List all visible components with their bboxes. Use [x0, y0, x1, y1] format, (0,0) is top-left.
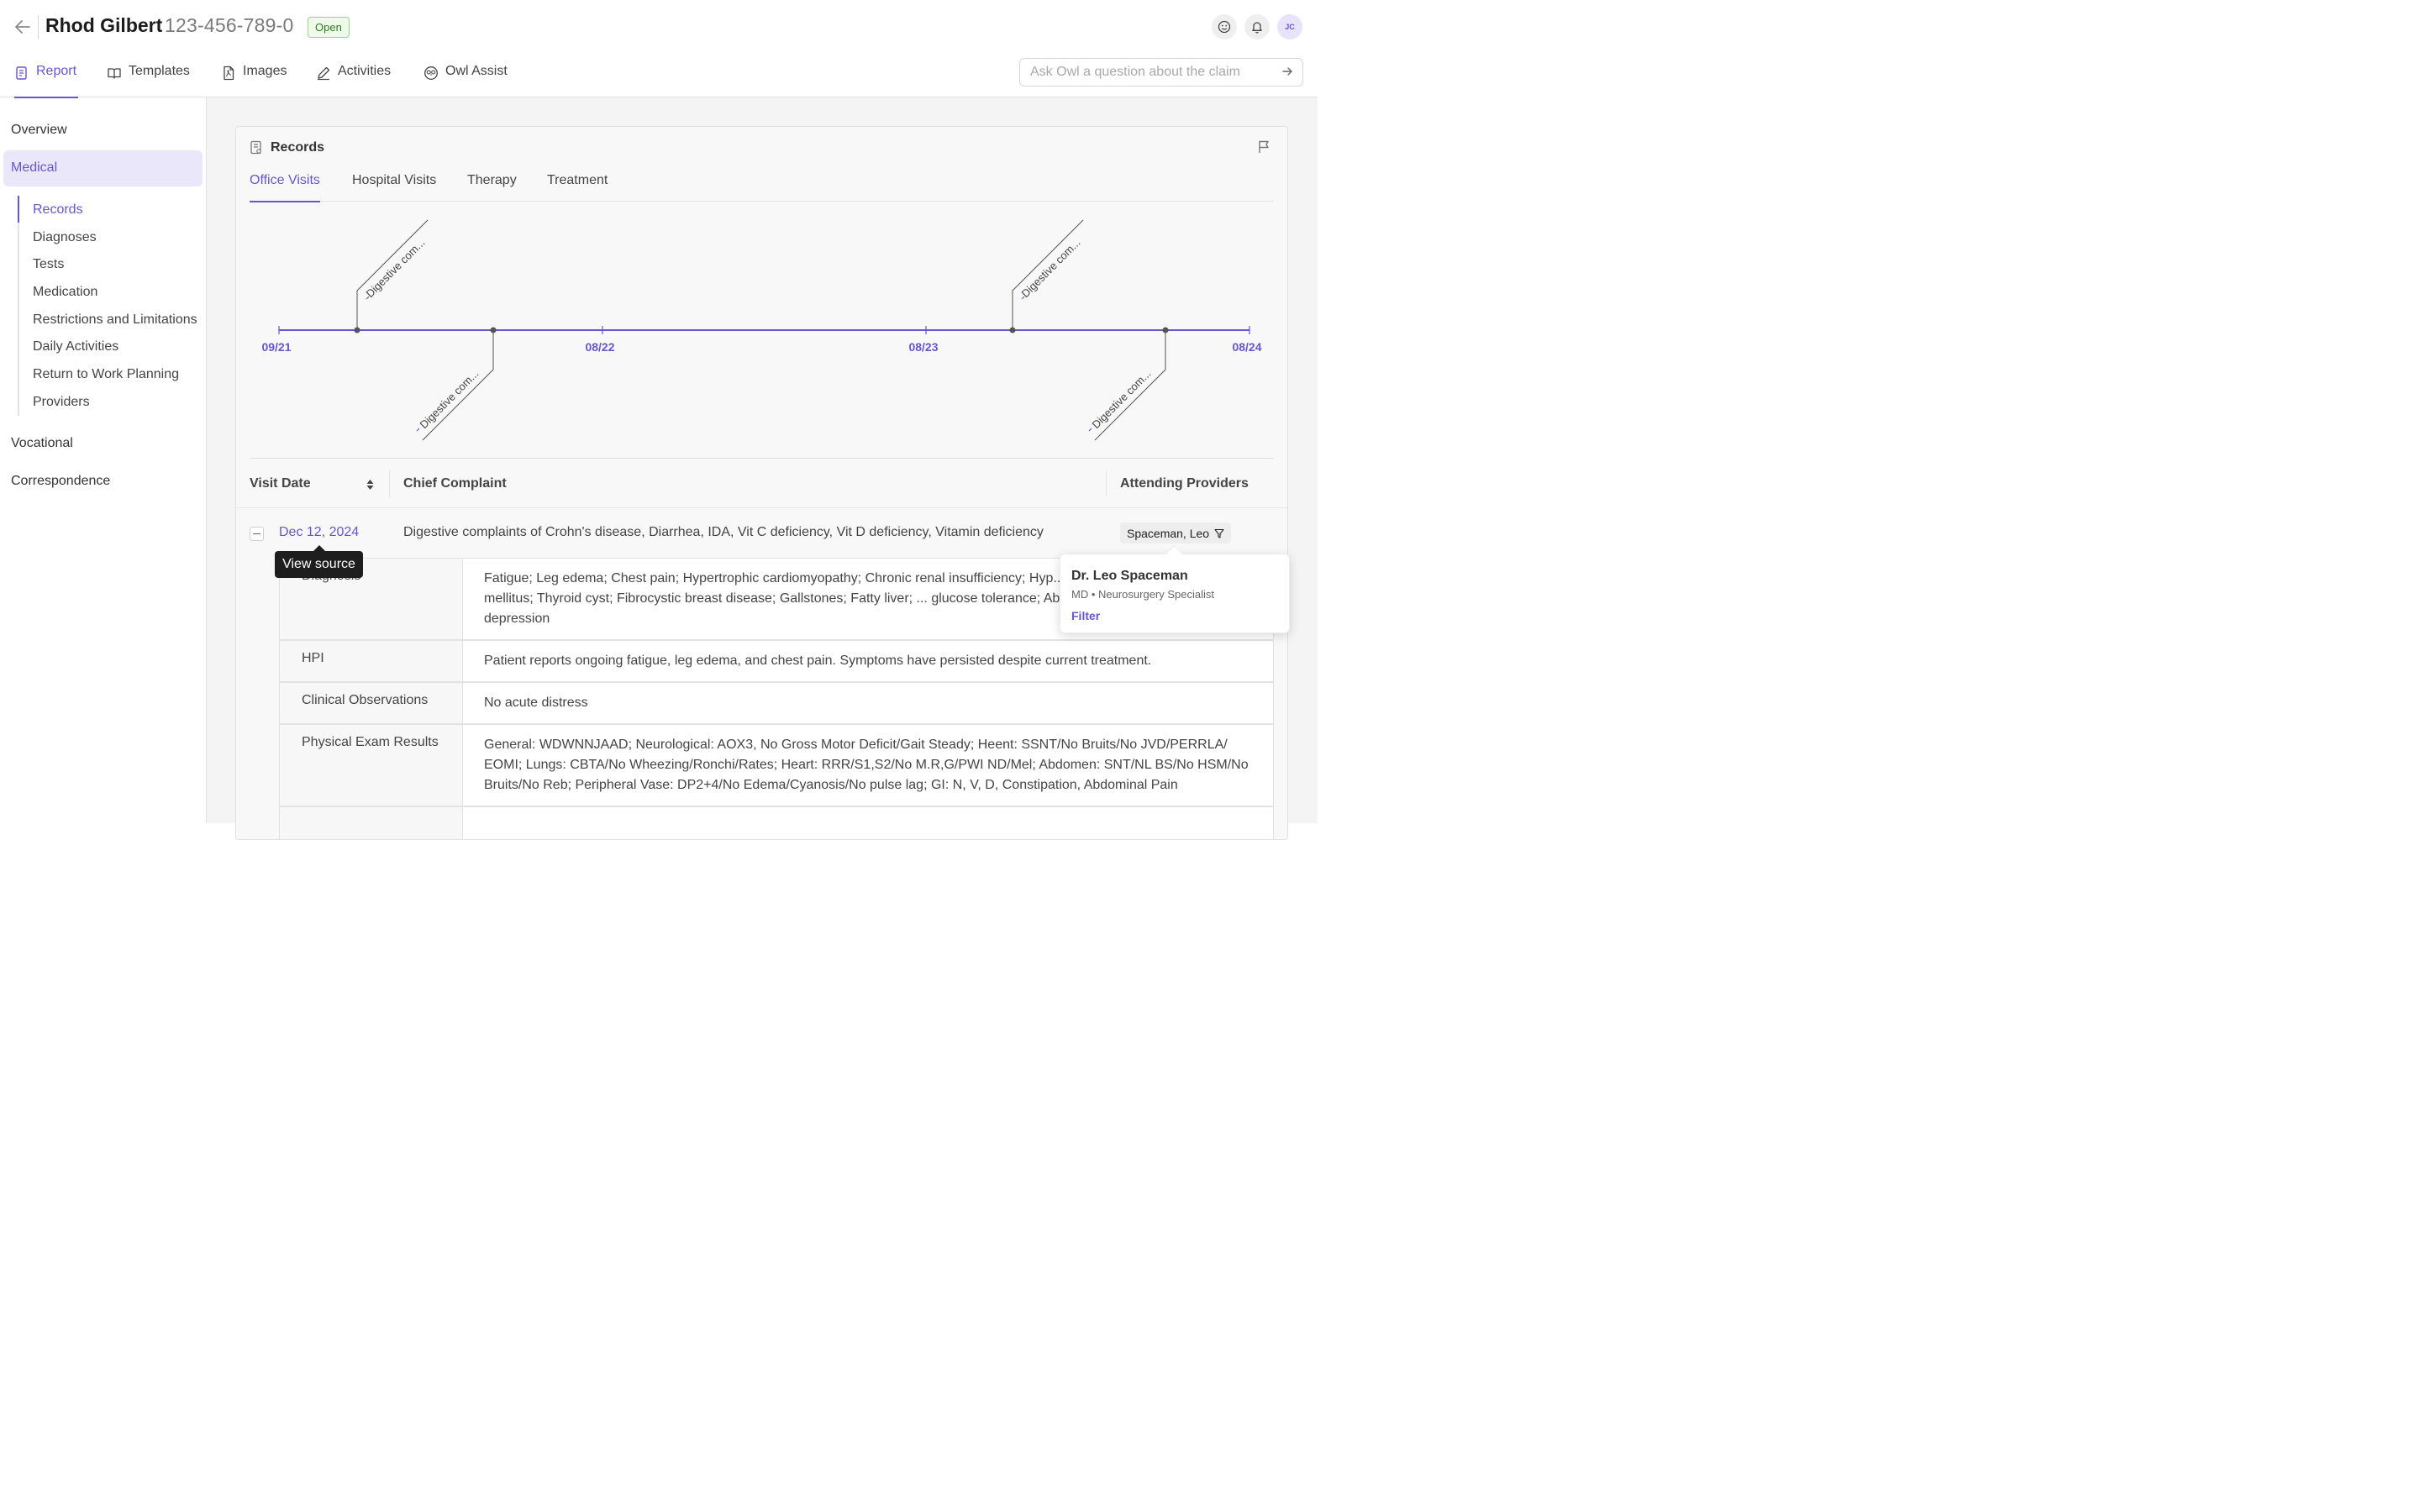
- col-visit-date[interactable]: Visit Date: [250, 476, 311, 491]
- provider-popover: Dr. Leo Spaceman MD • Neurosurgery Speci…: [1060, 554, 1290, 633]
- provider-name: Spaceman, Leo: [1127, 526, 1210, 540]
- column-divider: [1106, 470, 1107, 497]
- detail-row-clinical-observations: Clinical Observations No acute distress: [279, 682, 1274, 724]
- column-divider: [389, 470, 390, 497]
- tab-label: Activities: [338, 64, 392, 78]
- detail-row-physical-exam: Physical Exam Results General: WDWNNJAAD…: [279, 724, 1274, 806]
- detail-row-hpi: HPI Patient reports ongoing fatigue, leg…: [279, 640, 1274, 682]
- sidebar-group-overview[interactable]: Overview: [11, 123, 67, 138]
- header-divider-line: [236, 507, 1287, 508]
- timeline-event-label: Digestive com...: [1019, 236, 1083, 300]
- tab-label: Report: [36, 64, 77, 78]
- tab-owl-assist[interactable]: Owl Assist: [424, 64, 508, 97]
- subtab-office-visits[interactable]: Office Visits: [250, 173, 320, 202]
- timeline-event-label: Digestive com...: [418, 367, 481, 431]
- user-avatar[interactable]: JC: [1277, 14, 1302, 39]
- timeline-date-label: 08/23: [908, 340, 938, 354]
- sidebar-item-diagnoses[interactable]: Diagnoses: [33, 230, 97, 245]
- sidebar-item-records[interactable]: Records: [33, 202, 83, 218]
- timeline-event-marker: [416, 428, 420, 432]
- timeline-event-label: Digestive com...: [1090, 367, 1154, 431]
- timeline-date-label: 08/24: [1232, 340, 1261, 354]
- detail-value: Patient reports ongoing fatigue, leg ede…: [484, 654, 1152, 668]
- timeline-event-marker: [366, 296, 370, 300]
- sidebar-group-vocational[interactable]: Vocational: [11, 436, 73, 451]
- header-divider: [38, 15, 39, 39]
- popover-provider-name: Dr. Leo Spaceman: [1071, 569, 1188, 583]
- timeline-event-marker: [1088, 428, 1092, 432]
- detail-value: General: WDWNNJAAD; Neurological: AOX3, …: [484, 738, 1249, 792]
- sidebar-group-medical[interactable]: Medical: [3, 150, 203, 186]
- tab-images[interactable]: Images: [221, 64, 287, 97]
- timeline-event-label: Digestive com...: [364, 236, 428, 300]
- sidebar-item-return-to-work[interactable]: Return to Work Planning: [33, 367, 179, 382]
- tab-templates[interactable]: Templates: [107, 64, 190, 97]
- detail-label: [280, 807, 463, 839]
- submit-arrow-icon[interactable]: [1281, 66, 1293, 81]
- pencil-icon: [318, 66, 330, 81]
- timeline-date-label: 09/21: [261, 340, 291, 354]
- tab-report[interactable]: Report: [14, 64, 78, 98]
- tab-activities[interactable]: Activities: [316, 64, 391, 97]
- feedback-smiley-icon[interactable]: [1212, 14, 1237, 39]
- visit-date-link[interactable]: Dec 12, 2024: [279, 525, 359, 540]
- sidebar-group-correspondence[interactable]: Correspondence: [11, 474, 110, 489]
- records-doc-icon: [250, 140, 261, 155]
- records-title: Records: [271, 140, 325, 155]
- detail-label: HPI: [280, 641, 463, 681]
- active-indicator: [18, 196, 19, 223]
- timeline-date-label: 08/22: [585, 340, 614, 354]
- col-attending-providers: Attending Providers: [1120, 476, 1249, 491]
- back-arrow-icon[interactable]: [13, 17, 32, 37]
- ask-owl-input[interactable]: [1019, 58, 1303, 87]
- sidebar-item-restrictions[interactable]: Restrictions and Limitations: [33, 312, 197, 328]
- sidebar-item-tests[interactable]: Tests: [33, 257, 64, 272]
- flag-icon[interactable]: [1257, 139, 1272, 159]
- tab-label: Images: [243, 64, 287, 78]
- popover-filter-link[interactable]: Filter: [1071, 609, 1100, 622]
- report-icon: [16, 66, 27, 80]
- detail-row-next: [279, 806, 1274, 840]
- popover-provider-role: MD • Neurosurgery Specialist: [1071, 588, 1214, 601]
- chief-complaint-text: Digestive complaints of Crohn's disease,…: [403, 525, 1044, 539]
- records-subtabs: Office Visits Hospital Visits Therapy Tr…: [250, 168, 1274, 202]
- detail-value: No acute distress: [484, 696, 588, 710]
- detail-label: Clinical Observations: [280, 683, 463, 723]
- visit-timeline: 09/21 08/22 08/23 08/24 Digestive com... Dige…: [250, 202, 1274, 459]
- view-source-tooltip: View source: [275, 545, 363, 578]
- status-badge: Open: [308, 17, 350, 38]
- tab-label: Templates: [129, 64, 190, 78]
- book-icon: [108, 68, 121, 79]
- filter-icon: [1214, 528, 1224, 538]
- col-chief-complaint: Chief Complaint: [403, 476, 507, 491]
- notification-bell-icon[interactable]: [1244, 14, 1270, 39]
- subtab-hospital-visits[interactable]: Hospital Visits: [352, 173, 436, 202]
- subtab-treatment[interactable]: Treatment: [547, 173, 608, 202]
- collapse-row-button[interactable]: [250, 527, 264, 541]
- sidebar: Overview Medical Records Diagnoses Tests…: [0, 97, 207, 823]
- subtab-therapy[interactable]: Therapy: [467, 173, 517, 202]
- claim-number: 123-456-789-0: [165, 14, 294, 36]
- sidebar-subnav-rail: [18, 196, 19, 416]
- sidebar-item-providers[interactable]: Providers: [33, 395, 90, 410]
- records-header: Records: [250, 140, 324, 155]
- claimant-name: Rhod Gilbert: [45, 14, 163, 36]
- header-bar: Rhod Gilbert 123-456-789-0 Open JC: [0, 0, 1318, 54]
- pdf-file-icon: [224, 66, 234, 81]
- sort-icon[interactable]: [366, 478, 375, 496]
- owl-icon: [424, 66, 438, 80]
- detail-label: Physical Exam Results: [280, 725, 463, 806]
- timeline-chart: 09/21 08/22 08/23 08/24 Digestive com... Dige…: [261, 219, 1262, 441]
- timeline-event-marker: [1021, 296, 1025, 300]
- provider-chip[interactable]: Spaceman, Leo: [1120, 522, 1232, 543]
- sidebar-item-daily-activities[interactable]: Daily Activities: [33, 339, 118, 354]
- sidebar-item-medication[interactable]: Medication: [33, 285, 97, 300]
- tab-label: Owl Assist: [445, 64, 508, 78]
